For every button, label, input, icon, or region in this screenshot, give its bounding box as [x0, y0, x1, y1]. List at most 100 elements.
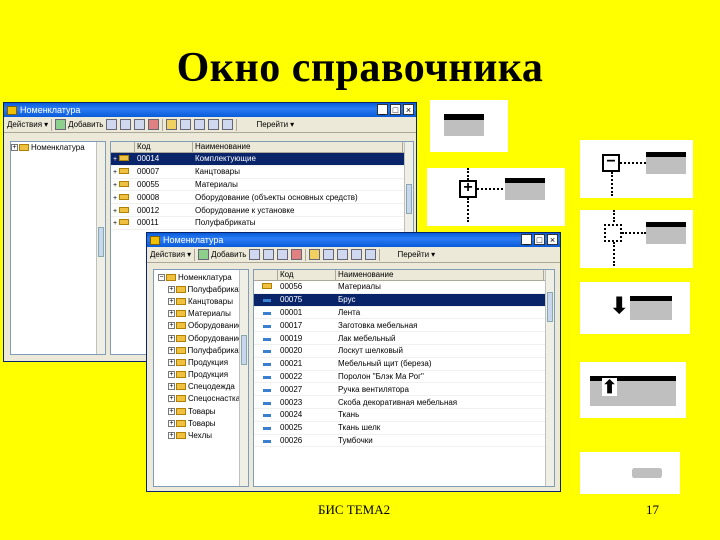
table-row[interactable]: 00025 Ткань шелк [254, 422, 554, 435]
list-icon[interactable] [351, 249, 363, 260]
row-marker: + [111, 206, 135, 215]
filter-icon[interactable] [309, 249, 321, 260]
expand-icon[interactable]: + [168, 395, 175, 403]
grid-scrollbar[interactable] [545, 270, 554, 486]
table-row[interactable]: 00019 Лак мебельный [254, 332, 554, 345]
tree-scrollbar[interactable] [239, 270, 248, 486]
table-row[interactable]: + 00011 Полуфабрикаты [111, 217, 413, 230]
table-row[interactable]: 00056 Материалы [254, 281, 554, 294]
list-icon[interactable] [208, 119, 220, 130]
expand-icon[interactable]: + [168, 432, 175, 440]
expand-icon[interactable]: + [168, 346, 175, 354]
expand-icon[interactable]: + [168, 419, 175, 427]
table-row[interactable]: + 00055 Материалы [111, 179, 413, 192]
expand-icon[interactable]: + [168, 383, 175, 391]
add-button[interactable]: Добавить [198, 249, 246, 260]
expand-icon[interactable]: + [168, 297, 175, 305]
cell-code: 00008 [137, 192, 160, 202]
tree-item[interactable]: + Спецоснастка [154, 393, 248, 405]
tree-item[interactable]: + Оборудование [154, 320, 248, 332]
tree-item[interactable]: + Товары [154, 417, 248, 429]
maximize-button[interactable]: □ [390, 104, 401, 115]
expand-icon[interactable]: + [168, 310, 175, 318]
cell-code: 00056 [280, 282, 303, 292]
collapse-icon[interactable]: − [158, 273, 165, 281]
table-row[interactable]: 00024 Ткань [254, 409, 554, 422]
tree-scrollbar[interactable] [96, 142, 105, 354]
expand-icon[interactable]: + [168, 358, 175, 366]
tree-item-label: Товары [188, 418, 216, 428]
table-row[interactable]: 00026 Тумбочки [254, 435, 554, 448]
table-row[interactable]: + 00014 Комплектующие [111, 153, 413, 166]
table-row[interactable]: 00021 Мебельный щит (береза) [254, 358, 554, 371]
tree-item-root[interactable]: + Номенклатура [11, 142, 105, 153]
expand-icon[interactable]: + [11, 144, 18, 151]
maximize-button[interactable]: □ [534, 234, 545, 245]
filter-icon[interactable] [166, 119, 178, 130]
minimize-button[interactable]: _ [377, 104, 388, 115]
table-row[interactable]: 00020 Лоскут шелковый [254, 345, 554, 358]
cell-name: Заготовка мебельная [338, 320, 418, 330]
tree-item[interactable]: + Оборудование [154, 332, 248, 344]
table-row[interactable]: + 00012 Оборудование к установке [111, 204, 413, 217]
close-button[interactable]: × [403, 104, 414, 115]
tree-item-label: Товары [188, 406, 216, 416]
tree-item[interactable]: + Спецодежда [154, 381, 248, 393]
folder-icon [176, 419, 186, 427]
table-row[interactable]: 00001 Лента [254, 307, 554, 320]
hierarchy-icon[interactable] [194, 119, 206, 130]
grid-header: Код Наименование [254, 270, 554, 281]
hierarchy-icon[interactable] [337, 249, 349, 260]
sort-icon[interactable] [323, 249, 335, 260]
tree-item-label: Оборудование [188, 333, 243, 343]
edit-icon[interactable] [277, 249, 289, 260]
edit-icon[interactable] [134, 119, 146, 130]
expand-icon[interactable]: + [168, 371, 175, 379]
folder-add-icon[interactable] [120, 119, 132, 130]
expand-icon[interactable]: + [168, 322, 175, 330]
table-row[interactable]: + 00007 Канцтовары [111, 166, 413, 179]
table-row[interactable]: 00022 Поролон "Блэк Ма Рог" [254, 371, 554, 384]
folder-add-icon[interactable] [263, 249, 275, 260]
table-row[interactable]: 00027 Ручка вентилятора [254, 383, 554, 397]
copy-icon[interactable] [249, 249, 261, 260]
add-button[interactable]: Добавить [55, 119, 103, 130]
actions-menu[interactable]: Действия ▾ [150, 250, 191, 259]
expand-icon[interactable]: + [168, 334, 175, 342]
item-icon [263, 439, 271, 443]
sort-icon[interactable] [180, 119, 192, 130]
expand-icon[interactable]: + [168, 407, 175, 415]
tree-item[interactable]: + Продукция [154, 356, 248, 368]
refresh-icon[interactable] [222, 119, 234, 130]
minimize-button[interactable]: _ [521, 234, 532, 245]
actions-menu[interactable]: Действия ▾ [7, 120, 48, 129]
tree-item[interactable]: + Чехлы [154, 429, 248, 441]
tree-item-label: Спецоснастка [188, 394, 241, 404]
cell-name: Материалы [195, 179, 238, 189]
copy-icon[interactable] [106, 119, 118, 130]
close-button[interactable]: × [547, 234, 558, 245]
folder-icon [176, 358, 186, 366]
tree-item[interactable]: + Продукция [154, 369, 248, 381]
refresh-icon[interactable] [365, 249, 377, 260]
column-code[interactable]: Код [278, 270, 336, 280]
tree-item[interactable]: + Полуфабрикаты [154, 283, 248, 295]
table-row[interactable]: + 00008 Оборудование (объекты основных ср… [111, 191, 413, 205]
column-name[interactable]: Наименование [193, 142, 403, 152]
tree-item[interactable]: + Товары [154, 405, 248, 417]
folder-icon [119, 193, 130, 200]
tree-item[interactable]: + Материалы [154, 308, 248, 320]
table-row[interactable]: 00017 Заготовка мебельная [254, 319, 554, 333]
goto-menu[interactable]: Перейти ▾ [397, 250, 435, 259]
tree-item[interactable]: + Полуфабрикаты [154, 344, 248, 356]
table-row[interactable]: 00023 Скоба декоративная мебельная [254, 396, 554, 409]
delete-icon[interactable] [291, 249, 303, 260]
tree-item[interactable]: − Номенклатура [154, 271, 248, 283]
goto-menu[interactable]: Перейти ▾ [256, 120, 294, 129]
column-code[interactable]: Код [135, 142, 193, 152]
delete-icon[interactable] [148, 119, 160, 130]
expand-icon[interactable]: + [168, 285, 175, 293]
column-name[interactable]: Наименование [336, 270, 544, 280]
table-row[interactable]: 00075 Брус [254, 293, 554, 307]
tree-item[interactable]: + Канцтовары [154, 295, 248, 307]
